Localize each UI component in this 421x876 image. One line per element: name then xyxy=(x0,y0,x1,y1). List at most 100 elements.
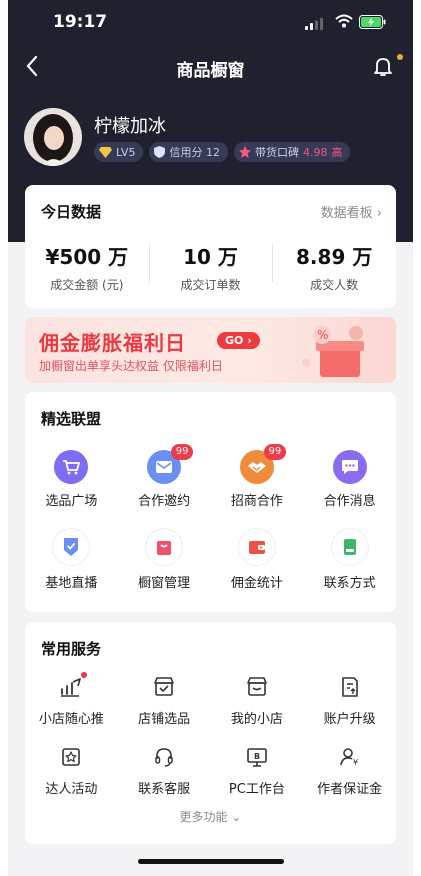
star-icon xyxy=(238,146,251,158)
alliance-item-label: 选品广场 xyxy=(45,494,98,509)
alliance-item-label: 招商合作 xyxy=(230,494,283,509)
alliance-item-label: 佣金统计 xyxy=(230,576,283,591)
bell-icon[interactable] xyxy=(371,54,395,78)
shop-icon xyxy=(242,672,272,702)
page-title: 商品橱窗 xyxy=(176,61,245,81)
alliance-item-label: 基地直播 xyxy=(45,576,98,591)
chevron-down-icon: ⌄ xyxy=(231,810,242,824)
service-item-label: 达人活动 xyxy=(45,782,98,797)
service-item-pc-workbench[interactable]: B PC工作台 xyxy=(211,742,304,797)
chevron-right-icon: › xyxy=(376,206,382,221)
today-stats: ¥500 万成交金额 (元) 10 万成交订单数 8.89 万成交人数 xyxy=(25,241,396,293)
stat-gmv[interactable]: ¥500 万成交金额 (元) xyxy=(25,241,149,293)
service-item-label: 账户升级 xyxy=(323,712,376,727)
phone-icon xyxy=(330,528,369,566)
service-item-author-deposit[interactable]: ¥ 作者保证金 xyxy=(303,742,396,797)
alliance-item-messages[interactable]: 合作消息 xyxy=(303,450,396,509)
service-item-influencer-events[interactable]: 达人活动 xyxy=(25,742,118,797)
phone-screen: 19:17 商品橱窗 柠檬加冰 LV5 信用分 12 带货口碑 4.98 高 今… xyxy=(8,0,413,876)
cart-icon xyxy=(54,450,89,484)
service-item-label: 作者保证金 xyxy=(317,782,383,797)
stat-label: 成交订单数 xyxy=(180,278,241,292)
banner-subtitle: 加橱窗出单享头达权益 仅限福利日 xyxy=(39,359,223,373)
promo-banner[interactable]: 佣金膨胀福利日 GO › 加橱窗出单享头达权益 仅限福利日 % xyxy=(25,317,396,383)
svg-text:B: B xyxy=(254,752,260,761)
stat-orders[interactable]: 10 万成交订单数 xyxy=(148,241,273,293)
service-item-boost[interactable]: 小店随心推 xyxy=(25,672,118,727)
service-item-my-shop[interactable]: 我的小店 xyxy=(211,672,304,727)
alliance-row-2: 基地直播 橱窗管理 佣金统计 联系方式 xyxy=(25,528,396,591)
store-select-icon xyxy=(149,672,179,702)
services-row-2: 达人活动 联系客服 B PC工作台 ¥ 作者保证金 xyxy=(25,742,396,797)
reputation-level: 高 xyxy=(331,146,343,159)
status-bar: 19:17 xyxy=(8,0,413,48)
reputation-badge[interactable]: 带货口碑 4.98 高 xyxy=(233,142,351,162)
status-time: 19:17 xyxy=(53,12,108,32)
alliance-item-commission-stats[interactable]: 佣金统计 xyxy=(211,528,304,591)
banner-title: 佣金膨胀福利日 xyxy=(39,331,186,355)
user-badges: LV5 信用分 12 带货口碑 4.98 高 xyxy=(94,142,351,162)
credit-text: 信用分 12 xyxy=(169,146,220,159)
shopping-bag-icon xyxy=(145,528,184,566)
alliance-item-label: 联系方式 xyxy=(323,576,376,591)
services-row-1: 小店随心推 店铺选品 我的小店 账户升级 xyxy=(25,672,396,727)
notification-dot xyxy=(397,54,403,60)
alliance-item-showcase-manage[interactable]: 橱窗管理 xyxy=(118,528,211,591)
gift-box-icon: % xyxy=(302,326,364,377)
alliance-row-1: 选品广场 99 合作邀约 99 招商合作 合作消息 xyxy=(25,444,396,509)
alliance-item-product-plaza[interactable]: 选品广场 xyxy=(25,450,118,509)
more-functions-label: 更多功能 xyxy=(179,810,228,824)
wallet-icon xyxy=(237,528,276,566)
alliance-item-merchant-cooperation[interactable]: 99 招商合作 xyxy=(211,444,304,509)
service-item-account-upgrade[interactable]: 账户升级 xyxy=(303,672,396,727)
reputation-label: 带货口碑 xyxy=(254,146,299,159)
star-box-icon xyxy=(56,742,86,772)
message-icon xyxy=(332,450,367,484)
headset-icon xyxy=(149,742,179,772)
today-data-title: 今日数据 xyxy=(41,203,102,221)
reputation-score: 4.98 xyxy=(302,145,328,159)
diamond-icon xyxy=(99,146,112,158)
alliance-item-contact[interactable]: 联系方式 xyxy=(303,528,396,591)
alliance-item-label: 合作消息 xyxy=(323,494,376,509)
wifi-icon xyxy=(335,14,353,28)
boost-notification-dot xyxy=(81,672,88,678)
avatar[interactable] xyxy=(24,108,82,166)
stat-buyers[interactable]: 8.89 万成交人数 xyxy=(272,241,396,293)
service-item-customer-service[interactable]: 联系客服 xyxy=(118,742,211,797)
shield-icon xyxy=(154,146,166,158)
level-badge[interactable]: LV5 xyxy=(94,142,144,162)
service-item-label: 我的小店 xyxy=(230,712,283,727)
today-data-card: 今日数据 数据看板 › ¥500 万成交金额 (元) 10 万成交订单数 8.8… xyxy=(25,185,396,308)
service-item-label: PC工作台 xyxy=(228,782,285,797)
alliance-item-base-live[interactable]: 基地直播 xyxy=(25,528,118,591)
data-dashboard-link[interactable]: 数据看板 › xyxy=(321,202,382,221)
svg-text:%: % xyxy=(317,328,328,342)
services-card: 常用服务 小店随心推 店铺选品 我的小店 账户升级 达人活动 联系客服 B PC… xyxy=(25,622,396,844)
chevron-right-icon: › xyxy=(247,334,252,347)
upgrade-icon xyxy=(335,672,365,702)
merchant-count-badge: 99 xyxy=(263,444,286,460)
service-item-store-select[interactable]: 店铺选品 xyxy=(118,672,211,727)
stat-label: 成交人数 xyxy=(310,278,359,292)
services-title: 常用服务 xyxy=(41,640,102,658)
alliance-item-label: 合作邀约 xyxy=(138,494,191,509)
home-indicator[interactable] xyxy=(138,859,284,864)
data-dashboard-label: 数据看板 xyxy=(320,206,373,221)
stat-value: 8.89 万 xyxy=(296,245,373,269)
invitations-count-badge: 99 xyxy=(171,444,194,460)
go-label: GO xyxy=(225,334,244,347)
signal-icon xyxy=(305,18,323,30)
svg-text:¥: ¥ xyxy=(353,758,358,767)
credit-badge[interactable]: 信用分 12 xyxy=(149,142,228,162)
level-text: LV5 xyxy=(116,145,136,159)
service-item-label: 小店随心推 xyxy=(38,712,104,727)
more-functions-button[interactable]: 更多功能 ⌄ xyxy=(25,808,396,825)
service-item-label: 店铺选品 xyxy=(138,712,191,727)
service-item-label: 联系客服 xyxy=(138,782,191,797)
go-button[interactable]: GO › xyxy=(217,332,260,349)
alliance-item-invitations[interactable]: 99 合作邀约 xyxy=(118,444,211,509)
alliance-title: 精选联盟 xyxy=(41,410,102,428)
deposit-icon: ¥ xyxy=(335,742,365,772)
stat-value: ¥500 万 xyxy=(45,245,129,269)
